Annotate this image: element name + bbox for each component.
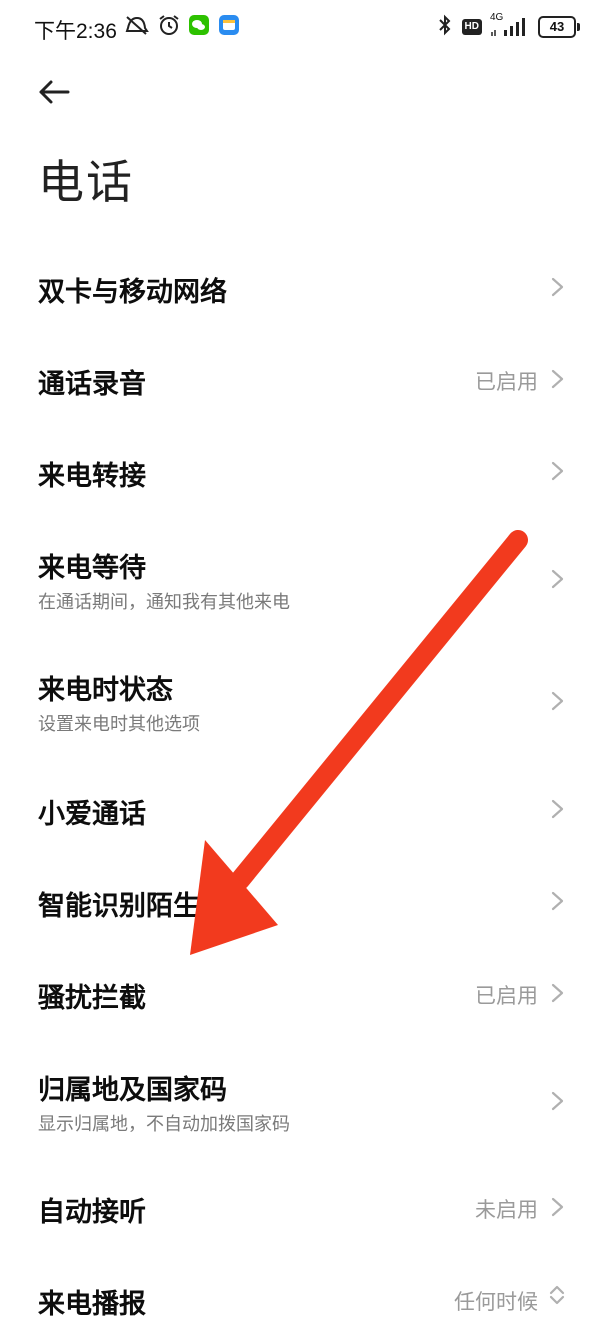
setting-title: 归属地及国家码	[38, 1075, 227, 1106]
wechat-icon	[188, 14, 210, 40]
setting-incoming-call-status[interactable]: 来电时状态 设置来电时其他选项	[0, 650, 612, 750]
setting-title: 来电等待	[38, 553, 146, 584]
chevron-right-icon	[551, 983, 564, 1003]
setting-smart-identify[interactable]: 智能识别陌生号码	[0, 864, 612, 940]
alarm-icon	[158, 14, 180, 40]
back-arrow-icon	[39, 80, 70, 104]
setting-value: 已启用	[475, 984, 538, 1008]
setting-call-recording[interactable]: 通话录音 已启用	[0, 342, 612, 418]
chevron-right-icon	[551, 277, 564, 297]
chevron-right-icon	[551, 1197, 564, 1217]
chevron-right-icon	[551, 891, 564, 911]
setting-location-code[interactable]: 归属地及国家码 显示归属地，不自动加拨国家码	[0, 1050, 612, 1150]
chevron-up-down-icon	[549, 1285, 565, 1305]
setting-title: 来电播报	[38, 1289, 146, 1320]
setting-xiaoai-call[interactable]: 小爱通话	[0, 772, 612, 848]
bluetooth-icon	[436, 14, 454, 40]
setting-value: 任何时候	[454, 1290, 538, 1314]
chevron-right-icon	[551, 369, 564, 389]
setting-subtitle: 设置来电时其他选项	[38, 714, 200, 735]
chevron-right-icon	[551, 691, 564, 711]
mute-icon	[124, 14, 150, 40]
setting-subtitle: 显示归属地，不自动加拨国家码	[38, 1114, 290, 1135]
chevron-right-icon	[551, 799, 564, 819]
setting-subtitle: 在通话期间，通知我有其他来电	[38, 592, 290, 613]
setting-value: 已启用	[475, 370, 538, 394]
setting-title: 双卡与移动网络	[38, 277, 227, 308]
setting-call-forwarding[interactable]: 来电转接	[0, 434, 612, 510]
setting-title: 来电转接	[38, 461, 146, 492]
hd-icon: HD	[461, 19, 482, 35]
chevron-right-icon	[551, 461, 564, 481]
setting-title: 智能识别陌生号码	[38, 891, 254, 922]
setting-title: 小爱通话	[38, 799, 146, 830]
setting-spam-block[interactable]: 骚扰拦截 已启用	[0, 956, 612, 1032]
setting-call-waiting[interactable]: 来电等待 在通话期间，通知我有其他来电	[0, 528, 612, 628]
status-right-icons: HD 4G 43	[436, 12, 580, 40]
status-left-icons	[124, 14, 240, 40]
status-time: 下午2:36	[34, 20, 117, 43]
page-title: 电话	[38, 155, 134, 209]
chevron-right-icon	[551, 1091, 564, 1111]
setting-title: 骚扰拦截	[38, 983, 146, 1014]
setting-title: 通话录音	[38, 369, 146, 400]
setting-value: 未启用	[475, 1198, 538, 1222]
chevron-right-icon	[551, 569, 564, 589]
battery-icon: 43	[538, 16, 580, 38]
back-button[interactable]	[36, 74, 72, 110]
setting-title: 自动接听	[38, 1197, 146, 1228]
status-bar: 下午2:36 HD 4G 43	[0, 0, 612, 56]
setting-auto-answer[interactable]: 自动接听 未启用	[0, 1170, 612, 1246]
setting-caller-announce[interactable]: 来电播报 任何时候	[0, 1262, 612, 1320]
setting-dual-sim[interactable]: 双卡与移动网络	[0, 250, 612, 326]
signal-icon: 4G	[490, 12, 530, 38]
setting-title: 来电时状态	[38, 675, 173, 706]
notification-app-icon	[218, 14, 240, 40]
